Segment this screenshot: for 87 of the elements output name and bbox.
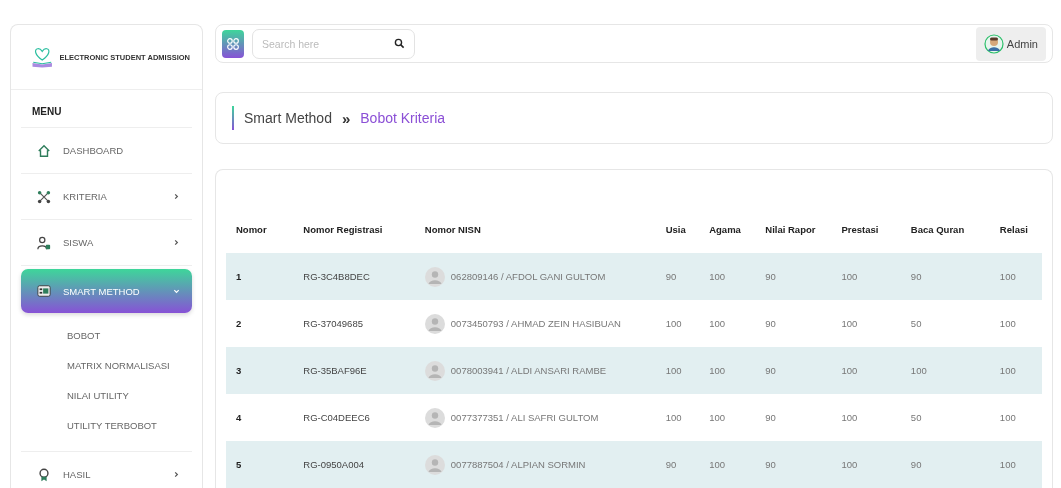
search-icon: [394, 38, 405, 50]
table-cell: 0078003941 / ALDI ANSARI RAMBE: [450, 365, 607, 376]
avatar-icon: [424, 313, 445, 334]
table-cell: 0077377351 / ALI SAFRI GULTOM: [450, 412, 599, 423]
table-cell: 50: [910, 412, 922, 423]
submenu-item[interactable]: BOBOT: [67, 321, 192, 351]
search-field[interactable]: Search here: [252, 28, 415, 59]
table-cell: 100: [910, 365, 927, 376]
table-cell: 90: [910, 459, 922, 470]
apps-icon: [226, 36, 240, 51]
table-cell: 90: [765, 318, 776, 329]
table-cell: 50: [910, 318, 922, 329]
table-cell: 0073450793 / AHMAD ZEIN HASIBUAN: [450, 318, 621, 329]
user-button[interactable]: Admin: [975, 26, 1046, 61]
table-cell: RG-3C4B8DEC: [303, 271, 370, 282]
submenu-item[interactable]: UTILITY TERBOBOT: [67, 411, 192, 441]
submenu-item[interactable]: MATRIX NORMALISASI: [67, 351, 192, 381]
table-cell: 100: [841, 271, 858, 282]
table-cell: 100: [999, 271, 1016, 282]
table-cell: RG-35BAF96E: [303, 365, 367, 376]
breadcrumb-current: Bobot Kriteria: [360, 110, 446, 127]
table-cell: 90: [765, 365, 776, 376]
table-cell: 100: [709, 365, 726, 376]
table-cell: 100: [665, 318, 682, 329]
column-header: Nomor NISN: [424, 224, 481, 235]
table-cell: RG-C04DEEC6: [303, 412, 370, 423]
sidebar-item[interactable]: HASIL: [21, 452, 192, 488]
breadcrumb-parent[interactable]: Smart Method: [244, 110, 332, 127]
table-cell: 100: [665, 365, 682, 376]
home-icon: [37, 143, 51, 158]
table-cell: 90: [665, 459, 677, 470]
chevron-icon: [173, 287, 180, 295]
table-cell: 90: [765, 459, 776, 470]
table-cell: 100: [841, 365, 858, 376]
table-cell: 100: [841, 318, 858, 329]
apps-button[interactable]: [222, 29, 244, 58]
table-cell: 100: [999, 318, 1016, 329]
table-cell: 90: [665, 271, 677, 282]
column-header: Nomor: [236, 224, 267, 235]
table-cell: 3: [236, 365, 242, 376]
table-cell: 4: [236, 412, 242, 423]
column-header: Relasi: [999, 224, 1028, 235]
column-header: Agama: [709, 224, 741, 235]
user-icon: [37, 235, 51, 250]
nodes-icon: [37, 189, 51, 204]
table-cell: 100: [709, 459, 726, 470]
table-cell: 90: [765, 271, 776, 282]
avatar-icon: [424, 407, 445, 428]
table-cell: 100: [999, 412, 1016, 423]
table-cell: 062809146 / AFDOL GANI GULTOM: [450, 271, 606, 282]
table-cell: RG-37049685: [303, 318, 363, 329]
column-header: Nilai Rapor: [765, 224, 816, 235]
sidebar-item[interactable]: KRITERIA: [21, 174, 192, 220]
table-cell: 2: [236, 318, 242, 329]
table-cell: 100: [665, 412, 682, 423]
table-cell: RG-0950A004: [303, 459, 364, 470]
board-icon: [37, 284, 51, 298]
submenu-item[interactable]: NILAI UTILITY: [67, 381, 192, 411]
table-cell: 90: [765, 412, 776, 423]
menu-heading: MENU: [21, 90, 192, 128]
chevron-icon: [173, 193, 180, 200]
chevron-icon: [173, 471, 180, 478]
column-header: Usia: [665, 224, 686, 235]
avatar-icon: [424, 360, 445, 381]
table-cell: 100: [709, 318, 726, 329]
table-cell: 100: [709, 271, 726, 282]
sidebar-item[interactable]: SMART METHOD: [21, 269, 192, 313]
avatar-icon: [424, 266, 445, 287]
table-cell: 100: [709, 412, 726, 423]
award-icon: [37, 467, 51, 482]
chevron-icon: [173, 239, 180, 246]
avatar-icon: [424, 454, 445, 475]
table-cell: 1: [236, 271, 242, 282]
breadcrumb-separator: »: [341, 109, 351, 127]
column-header: Baca Quran: [910, 224, 965, 235]
column-header: Prestasi: [841, 224, 879, 235]
table-cell: 100: [999, 459, 1016, 470]
sidebar-item[interactable]: SISWA: [21, 220, 192, 266]
avatar-icon: [983, 33, 1004, 54]
table-cell: 100: [999, 365, 1016, 376]
table-cell: 90: [910, 271, 922, 282]
table-cell: 0077887504 / ALPIAN SORMIN: [450, 459, 586, 470]
sidebar-item[interactable]: DASHBOARD: [21, 128, 192, 174]
table-cell: 5: [236, 459, 242, 470]
table-cell: 100: [841, 412, 858, 423]
table-cell: 100: [841, 459, 858, 470]
column-header: Nomor Registrasi: [303, 224, 383, 235]
